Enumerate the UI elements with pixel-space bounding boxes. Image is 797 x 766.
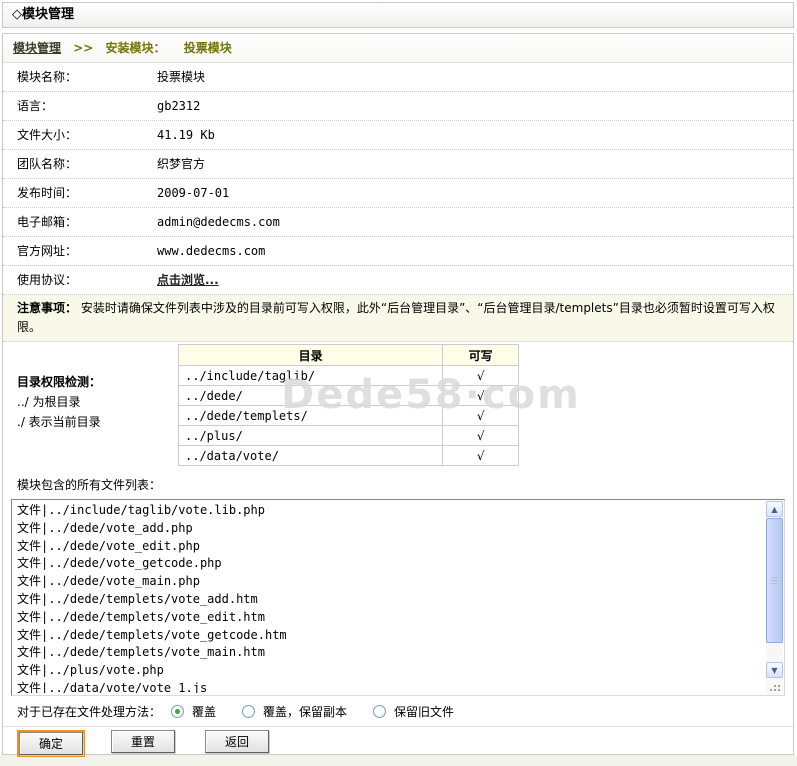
breadcrumb-current: 投票模块 <box>184 41 232 55</box>
row-license: 使用协议： 点击浏览... <box>3 266 793 295</box>
reset-button[interactable]: 重置 <box>111 730 175 753</box>
row-file-size: 文件大小： 41.19 Kb <box>3 121 793 150</box>
action-button-row: 确定 重置 返回 <box>3 726 793 758</box>
breadcrumb-separator: >> <box>73 41 93 55</box>
radio-option[interactable]: 覆盖 <box>171 703 216 720</box>
dir-path: ../dede/ <box>179 386 443 406</box>
page-title: ◇模块管理 <box>12 7 74 22</box>
confirm-button-focus-ring: 确定 <box>17 730 85 757</box>
scrollbar-down-icon[interactable]: ▼ <box>766 662 783 678</box>
license-label: 使用协议： <box>3 266 157 294</box>
dir-path: ../data/vote/ <box>179 446 443 466</box>
release-date-label: 发布时间： <box>3 179 157 207</box>
dir-path: ../include/taglib/ <box>179 366 443 386</box>
table-row: ../dede/templets/ √ <box>179 406 519 426</box>
resize-grip[interactable] <box>766 678 783 694</box>
row-email: 电子邮箱： admin@dedecms.com <box>3 208 793 237</box>
website-value: www.dedecms.com <box>157 237 793 265</box>
team-name-label: 团队名称： <box>3 150 157 178</box>
module-name-value: 投票模块 <box>157 63 793 91</box>
dir-check-caption: 目录权限检测： ../ 为根目录 ./ 表示当前目录 <box>17 372 101 432</box>
dir-check-title: 目录权限检测： <box>17 372 101 392</box>
dir-path: ../plus/ <box>179 426 443 446</box>
file-size-label: 文件大小： <box>3 121 157 149</box>
language-value: gb2312 <box>157 92 793 120</box>
file-size-value: 41.19 Kb <box>157 121 793 149</box>
scrollbar-up-icon[interactable]: ▲ <box>766 501 783 517</box>
table-row: ../dede/ √ <box>179 386 519 406</box>
radio-option-label[interactable]: 覆盖 <box>192 703 216 720</box>
scrollbar-track[interactable]: ▲ ▼ <box>766 501 783 678</box>
file-list-textarea-wrap: 文件|../include/taglib/vote.lib.php 文件|../… <box>11 499 785 696</box>
row-language: 语言： gb2312 <box>3 92 793 121</box>
dir-check-hint-root: ../ 为根目录 <box>17 392 101 412</box>
writable-check-icon: √ <box>443 406 519 426</box>
back-button[interactable]: 返回 <box>205 730 269 753</box>
table-header-row: 目录 可写 <box>179 345 519 366</box>
team-name-value: 织梦官方 <box>157 150 793 178</box>
breadcrumb: 模块管理 >> 安装模块： 投票模块 <box>3 34 793 63</box>
dir-check-hint-current: ./ 表示当前目录 <box>17 412 101 432</box>
radio-option-label[interactable]: 覆盖，保留副本 <box>263 703 347 720</box>
writable-check-icon: √ <box>443 446 519 466</box>
row-website: 官方网址： www.dedecms.com <box>3 237 793 266</box>
website-label: 官方网址： <box>3 237 157 265</box>
breadcrumb-module-manage-link[interactable]: 模块管理 <box>13 41 61 55</box>
row-team-name: 团队名称： 织梦官方 <box>3 150 793 179</box>
row-module-name: 模块名称： 投票模块 <box>3 63 793 92</box>
writable-check-icon: √ <box>443 386 519 406</box>
writable-column-header: 可写 <box>443 345 519 366</box>
release-date-value: 2009-07-01 <box>157 179 793 207</box>
existing-file-options-row: 对于已存在文件处理方法： 覆盖 覆盖，保留副本 保留旧文件 <box>3 696 793 726</box>
table-row: ../plus/ √ <box>179 426 519 446</box>
module-install-panel: 模块管理 >> 安装模块： 投票模块 模块名称： 投票模块 语言： gb2312… <box>2 33 794 755</box>
notice-row: 注意事项： 安装时请确保文件列表中涉及的目录前可写入权限，此外“后台管理目录”、… <box>3 295 793 342</box>
email-label: 电子邮箱： <box>3 208 157 236</box>
notice-text: 安装时请确保文件列表中涉及的目录前可写入权限，此外“后台管理目录”、“后台管理目… <box>17 301 775 334</box>
table-row: ../data/vote/ √ <box>179 446 519 466</box>
page-title-bar: ◇模块管理 <box>2 2 794 28</box>
dir-permission-section: 目录权限检测： ../ 为根目录 ./ 表示当前目录 目录 可写 ../incl… <box>3 342 793 474</box>
dir-path: ../dede/templets/ <box>179 406 443 426</box>
language-label: 语言： <box>3 92 157 120</box>
writable-check-icon: √ <box>443 426 519 446</box>
breadcrumb-section: 安装模块： <box>106 41 166 55</box>
module-name-label: 模块名称： <box>3 63 157 91</box>
radio-button-overwrite-keep-copy[interactable] <box>242 705 255 718</box>
existing-file-options-label: 对于已存在文件处理方法： <box>17 703 161 720</box>
radio-option[interactable]: 覆盖，保留副本 <box>242 703 347 720</box>
writable-check-icon: √ <box>443 366 519 386</box>
notice-label: 注意事项： <box>17 301 77 315</box>
row-release-date: 发布时间： 2009-07-01 <box>3 179 793 208</box>
license-browse-link[interactable]: 点击浏览... <box>157 273 219 287</box>
table-row: ../include/taglib/ √ <box>179 366 519 386</box>
radio-button-keep-old[interactable] <box>373 705 386 718</box>
radio-button-overwrite[interactable] <box>171 705 184 718</box>
dir-column-header: 目录 <box>179 345 443 366</box>
email-value: admin@dedecms.com <box>157 208 793 236</box>
radio-option-label[interactable]: 保留旧文件 <box>394 703 454 720</box>
file-list-label: 模块包含的所有文件列表： <box>3 474 793 496</box>
file-list-textarea[interactable]: 文件|../include/taglib/vote.lib.php 文件|../… <box>17 502 762 693</box>
confirm-button[interactable]: 确定 <box>19 732 83 755</box>
scrollbar-thumb[interactable] <box>766 518 783 643</box>
radio-option[interactable]: 保留旧文件 <box>373 703 454 720</box>
dir-permission-table: 目录 可写 ../include/taglib/ √ ../dede/ √ ..… <box>178 344 519 466</box>
